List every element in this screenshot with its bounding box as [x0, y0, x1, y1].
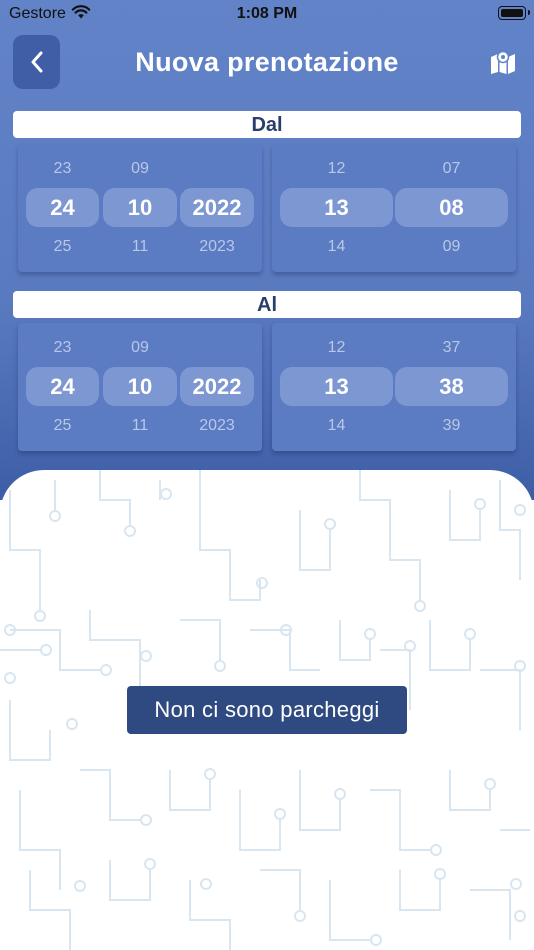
to-hour-next: 14 — [327, 417, 346, 434]
from-hour-wheel[interactable]: 12 13 14 — [280, 144, 393, 272]
results-sheet[interactable]: Non ci sono parcheggi — [0, 470, 534, 950]
from-month-wheel[interactable]: 09 10 11 — [103, 144, 177, 272]
to-hour-wheel[interactable]: 12 13 14 — [280, 323, 393, 451]
to-time-picker[interactable]: 12 13 14 37 38 39 — [272, 323, 516, 451]
battery-icon — [498, 6, 530, 20]
to-year-next: 2023 — [199, 417, 235, 434]
map-marker-icon — [491, 50, 515, 74]
to-month-wheel[interactable]: 09 10 11 — [103, 323, 177, 451]
to-day-selected[interactable]: 24 — [26, 367, 99, 406]
to-minute-selected[interactable]: 38 — [395, 367, 508, 406]
map-button[interactable] — [490, 50, 516, 79]
to-hour-selected[interactable]: 13 — [280, 367, 393, 406]
from-month-next: 11 — [131, 238, 149, 255]
to-year-wheel[interactable]: 2022 2023 — [180, 323, 254, 451]
from-minute-selected[interactable]: 08 — [395, 188, 508, 227]
to-minute-wheel[interactable]: 37 38 39 — [395, 323, 508, 451]
from-month-prev: 09 — [131, 160, 149, 177]
from-year-wheel[interactable]: 2022 2023 — [180, 144, 254, 272]
to-hour-prev: 12 — [327, 339, 346, 356]
from-minute-next: 09 — [442, 238, 461, 255]
from-hour-selected[interactable]: 13 — [280, 188, 393, 227]
to-month-prev: 09 — [131, 339, 149, 356]
from-year-next: 2023 — [199, 238, 235, 255]
from-minute-wheel[interactable]: 07 08 09 — [395, 144, 508, 272]
from-month-selected[interactable]: 10 — [103, 188, 177, 227]
from-day-next: 25 — [53, 238, 72, 255]
to-label: Al — [13, 291, 521, 318]
page-title: Nuova prenotazione — [135, 47, 399, 77]
from-day-selected[interactable]: 24 — [26, 188, 99, 227]
status-bar: Gestore 1:08 PM — [0, 0, 534, 30]
from-label: Dal — [13, 111, 521, 138]
empty-results-message: Non ci sono parcheggi — [127, 686, 407, 734]
to-minute-next: 39 — [442, 417, 461, 434]
to-minute-prev: 37 — [442, 339, 461, 356]
to-day-next: 25 — [53, 417, 72, 434]
to-month-next: 11 — [131, 417, 149, 434]
from-time-picker[interactable]: 12 13 14 07 08 09 — [272, 144, 516, 272]
status-time: 1:08 PM — [236, 5, 298, 22]
from-hour-next: 14 — [327, 238, 346, 255]
from-minute-prev: 07 — [442, 160, 461, 177]
to-year-selected[interactable]: 2022 — [180, 367, 254, 406]
from-year-selected[interactable]: 2022 — [180, 188, 254, 227]
to-day-wheel[interactable]: 23 24 25 — [26, 323, 99, 451]
to-date-picker[interactable]: 23 24 25 09 10 11 2022 2023 — [18, 323, 262, 451]
to-month-selected[interactable]: 10 — [103, 367, 177, 406]
from-day-prev: 23 — [53, 160, 72, 177]
from-date-picker[interactable]: 23 24 25 09 10 11 2022 2023 — [18, 144, 262, 272]
from-day-wheel[interactable]: 23 24 25 — [26, 144, 99, 272]
from-hour-prev: 12 — [327, 160, 346, 177]
to-day-prev: 23 — [53, 339, 72, 356]
